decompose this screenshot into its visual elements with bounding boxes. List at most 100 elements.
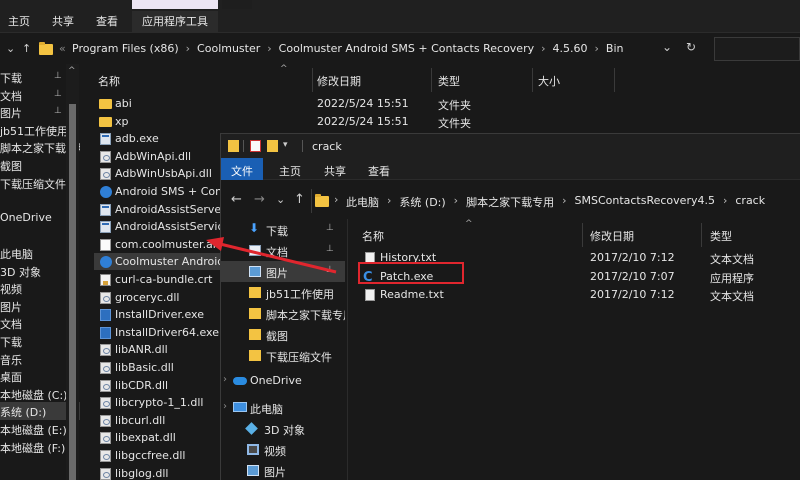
fold-icon bbox=[249, 308, 261, 319]
col-type[interactable]: 类型 bbox=[438, 73, 460, 89]
front-titlebar[interactable]: ▾ crack bbox=[221, 134, 800, 158]
properties-icon[interactable] bbox=[250, 140, 261, 152]
back-address-bar[interactable]: ⌄ ↑ « Program Files (x86) › Coolmuster › C… bbox=[0, 34, 800, 64]
file-row[interactable]: xp 2022/5/24 15:51 文件夹 bbox=[82, 113, 800, 131]
dll-icon bbox=[100, 362, 111, 374]
overflow-icon[interactable]: « bbox=[59, 42, 66, 55]
nav-item-label: 此电脑 bbox=[0, 248, 33, 261]
crumb[interactable]: 脚本之家下载专用 bbox=[466, 194, 554, 210]
dll-icon bbox=[100, 432, 111, 445]
front-address-bar[interactable]: ← → ⌄ ↑ › 此电脑 › 系统 (D:) › 脚本之家下载专用 › SMSCon… bbox=[221, 181, 800, 219]
nav-item[interactable]: 3D 对象 bbox=[221, 418, 345, 439]
nav-item[interactable]: › OneDrive bbox=[221, 370, 345, 391]
up-arrow-icon[interactable]: ↑ bbox=[22, 42, 31, 55]
up-arrow-icon[interactable]: ↑ bbox=[294, 192, 305, 207]
text-file-icon bbox=[365, 289, 375, 301]
crumb[interactable]: crack bbox=[735, 194, 765, 210]
scrollbar-thumb[interactable] bbox=[69, 104, 76, 480]
dll-icon bbox=[100, 414, 111, 427]
crumb[interactable]: 4.5.60 bbox=[553, 42, 588, 55]
nav-item[interactable]: › 此电脑 bbox=[221, 397, 345, 418]
back-nav-scrollbar[interactable] bbox=[66, 64, 79, 480]
col-name[interactable]: 名称 bbox=[362, 228, 384, 244]
file-name: curl-ca-bundle.crt bbox=[115, 273, 213, 286]
expand-chevron-icon[interactable]: › bbox=[223, 374, 227, 385]
nav-item-label: 文档 bbox=[0, 89, 22, 103]
expand-chevron-icon[interactable]: › bbox=[223, 401, 227, 412]
nav-item-label: 视频 bbox=[0, 283, 22, 297]
col-name[interactable]: 名称 bbox=[98, 73, 120, 89]
forward-arrow-icon[interactable]: → bbox=[254, 192, 265, 207]
dll-icon bbox=[100, 467, 111, 480]
nav-item[interactable]: 脚本之家下载专用 bbox=[221, 303, 345, 324]
nav-item[interactable]: ⬇ 下载 ⊥ bbox=[221, 219, 345, 240]
nav-item-label: 本地磁盘 (E:) bbox=[0, 424, 67, 437]
column-divider[interactable] bbox=[312, 68, 313, 92]
tab-share[interactable]: 共享 bbox=[52, 13, 74, 29]
dll-icon bbox=[100, 344, 111, 357]
nav-item[interactable]: 图片 bbox=[221, 460, 345, 480]
column-divider[interactable] bbox=[532, 68, 533, 92]
folder-icon bbox=[99, 99, 112, 109]
crumb[interactable]: 此电脑 bbox=[346, 194, 379, 210]
file-name: AdbWinApi.dll bbox=[115, 149, 192, 163]
ribbon-top-gap bbox=[222, 0, 252, 9]
column-divider[interactable] bbox=[582, 223, 583, 247]
scroll-up-icon[interactable]: ^ bbox=[68, 66, 76, 76]
crumb[interactable]: Bin bbox=[606, 42, 624, 55]
nav-item-label: 下载压缩文件 bbox=[266, 351, 332, 364]
nav-item[interactable]: 截图 bbox=[221, 324, 345, 345]
nav-item-label: 本地磁盘 (C:) bbox=[0, 388, 68, 402]
tab-home[interactable]: 主页 bbox=[8, 13, 30, 29]
nav-item-label: 音乐 bbox=[0, 353, 22, 367]
recent-dropdown-icon[interactable]: ⌄ bbox=[276, 193, 285, 206]
crumb[interactable]: SMSContactsRecovery4.5 bbox=[574, 194, 714, 210]
quick-access-dropdown-icon[interactable]: ▾ bbox=[283, 140, 297, 152]
pic-icon bbox=[249, 266, 261, 277]
crumb[interactable]: Program Files (x86) bbox=[72, 42, 179, 55]
new-folder-icon[interactable] bbox=[267, 140, 278, 152]
refresh-icon[interactable]: ↻ bbox=[686, 40, 696, 54]
file-row[interactable]: abi 2022/5/24 15:51 文件夹 bbox=[82, 95, 800, 113]
col-date[interactable]: 修改日期 bbox=[317, 73, 361, 89]
3d-icon bbox=[245, 422, 258, 435]
nav-item-label: 文档 bbox=[0, 318, 22, 332]
file-row[interactable]: Readme.txt 2017/2/10 7:12 文本文档 bbox=[348, 285, 800, 304]
back-column-header: ^ 名称 修改日期 类型 大小 bbox=[82, 64, 800, 94]
file-date: 2017/2/10 7:12 bbox=[590, 251, 675, 264]
chevron-right-icon: › bbox=[722, 194, 728, 207]
context-tab-header: 管理 bbox=[132, 0, 218, 9]
back-search-input[interactable] bbox=[714, 37, 800, 61]
file-name: abi bbox=[115, 97, 132, 110]
vid-icon bbox=[247, 444, 259, 455]
nav-item[interactable]: 文档 ⊥ bbox=[221, 240, 345, 261]
address-dropdown-icon[interactable]: ⌄ bbox=[662, 40, 672, 54]
tab-app-tools[interactable]: 应用程序工具 bbox=[132, 11, 218, 33]
nav-item[interactable]: jb51工作使用 bbox=[221, 282, 345, 303]
highlight-box bbox=[358, 262, 464, 284]
chevron-right-icon: › bbox=[267, 42, 272, 55]
col-date[interactable]: 修改日期 bbox=[590, 228, 634, 244]
nav-item[interactable]: 图片 ⊥ bbox=[221, 261, 345, 282]
column-divider[interactable] bbox=[701, 223, 702, 247]
crumb[interactable]: Coolmuster Android SMS + Contacts Recove… bbox=[279, 42, 534, 55]
nav-item[interactable]: 视频 bbox=[221, 439, 345, 460]
chevron-right-icon: › bbox=[594, 42, 599, 55]
file-name: libBasic.dll bbox=[115, 361, 174, 374]
col-type[interactable]: 类型 bbox=[710, 228, 732, 244]
tab-file[interactable]: 文件 bbox=[221, 158, 263, 180]
col-size[interactable]: 大小 bbox=[538, 73, 560, 89]
tab-share[interactable]: 共享 bbox=[324, 163, 346, 179]
file-type: 应用程序 bbox=[710, 271, 754, 285]
column-divider[interactable] bbox=[431, 68, 432, 92]
column-divider[interactable] bbox=[614, 68, 615, 92]
tab-view[interactable]: 查看 bbox=[96, 13, 118, 29]
tab-home[interactable]: 主页 bbox=[279, 163, 301, 179]
tab-view[interactable]: 查看 bbox=[368, 163, 390, 179]
back-arrow-icon[interactable]: ← bbox=[231, 192, 242, 207]
crumb[interactable]: 系统 (D:) bbox=[399, 194, 445, 210]
crumb[interactable]: Coolmuster bbox=[197, 42, 260, 55]
nav-item[interactable]: 下载压缩文件 bbox=[221, 345, 345, 366]
divider bbox=[302, 140, 303, 152]
up-chevron-icon[interactable]: ⌄ bbox=[6, 42, 15, 55]
